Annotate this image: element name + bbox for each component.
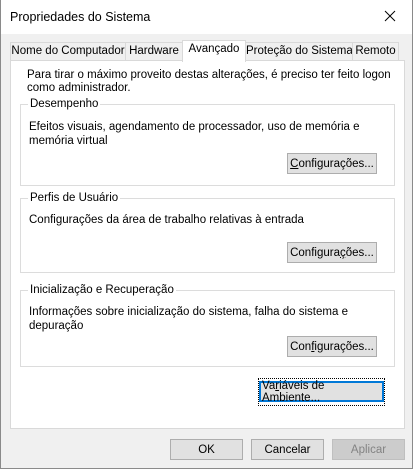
startup-recovery-group-title: Inicialização e Recuperação [28, 283, 176, 297]
advanced-tab-panel: Para tirar o máximo proveito destas alte… [10, 60, 405, 429]
tab-remote[interactable]: Remoto [352, 42, 399, 61]
tab-hardware[interactable]: Hardware [125, 42, 183, 61]
title-bar: Propriedades do Sistema [1, 0, 412, 34]
tab-advanced[interactable]: Avançado [182, 40, 246, 62]
close-button[interactable] [368, 0, 412, 32]
environment-variables-button[interactable]: Variáveis de Ambiente... [258, 377, 385, 406]
startup-recovery-description: Informações sobre inicialização do siste… [29, 306, 348, 332]
user-profiles-description: Configurações da área de trabalho relati… [29, 214, 304, 226]
apply-button[interactable]: Aplicar [332, 439, 405, 460]
window-title: Propriedades do Sistema [10, 10, 151, 24]
tab-label: Proteção do Sistema [246, 45, 353, 57]
tab-label: Remoto [355, 45, 396, 57]
system-properties-window: Propriedades do Sistema Nome do Computad… [0, 0, 413, 469]
ok-button[interactable]: OK [170, 439, 243, 460]
performance-description: Efeitos visuais, agendamento de processa… [29, 121, 360, 147]
tab-label: Nome do Computador [11, 45, 125, 57]
startup-recovery-group: Inicialização e Recuperação Informações … [20, 283, 395, 367]
tab-system-protection[interactable]: Proteção do Sistema [245, 42, 353, 61]
admin-notice: Para tirar o máximo proveito destas alte… [27, 69, 391, 94]
tab-computer-name[interactable]: Nome do Computador [10, 42, 126, 61]
close-icon [384, 10, 396, 22]
tab-label: Hardware [129, 45, 179, 57]
tab-strip: Nome do Computador Hardware Avançado Pro… [10, 40, 405, 62]
tab-label: Avançado [188, 43, 240, 55]
startup-recovery-settings-button[interactable]: Con f igurações... [287, 336, 377, 357]
performance-group-title: Desempenho [28, 97, 101, 111]
user-profiles-settings-button[interactable]: Configura ç ões... [287, 242, 377, 263]
performance-settings-button[interactable]: Configurações... [287, 153, 377, 174]
cancel-button[interactable]: Cancelar [251, 439, 324, 460]
performance-group: Desempenho Efeitos visuais, agendamento … [20, 97, 395, 186]
user-profiles-group-title: Perfis de Usuário [28, 191, 121, 205]
user-profiles-group: Perfis de Usuário Configurações da área … [20, 191, 395, 273]
